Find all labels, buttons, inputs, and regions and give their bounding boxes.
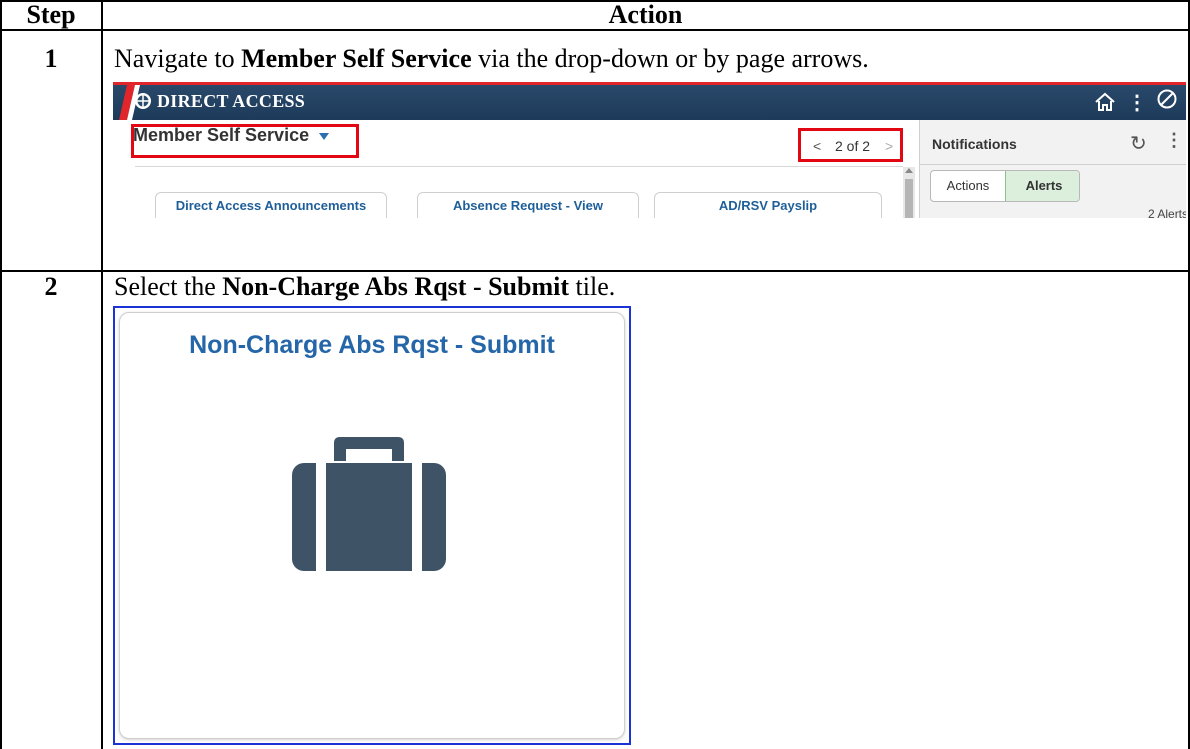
homepage-body: Member Self Service < 2 of 2 > Direct Ac…	[113, 120, 1186, 218]
kebab-menu-icon[interactable]: ⋮	[1127, 90, 1147, 115]
scroll-up-icon[interactable]	[905, 168, 913, 173]
direct-access-screenshot: DIRECT ACCESS ⋮ Member Self Service < 2 …	[113, 82, 1186, 218]
table-column-divider	[101, 0, 103, 749]
caret-down-icon[interactable]	[319, 133, 329, 140]
coast-guard-logo-icon	[119, 85, 151, 120]
home-icon[interactable]	[1093, 90, 1117, 114]
no-entry-icon[interactable]	[1155, 87, 1179, 111]
header-divider	[135, 166, 903, 167]
header-action: Action	[608, 0, 683, 29]
scrollbar[interactable]	[903, 167, 915, 218]
refresh-icon[interactable]: ↻	[1130, 131, 1147, 156]
tile-direct-access-announcements[interactable]: Direct Access Announcements	[155, 192, 387, 218]
tile-non-charge-abs-rqst-submit[interactable]: Non-Charge Abs Rqst - Submit	[119, 312, 625, 739]
step-instruction: Select the Non-Charge Abs Rqst - Submit …	[114, 272, 616, 301]
pager-highlight: < 2 of 2 >	[798, 128, 903, 162]
step-number: 1	[44, 44, 58, 73]
pager-label: 2 of 2	[835, 138, 871, 154]
tab-alerts[interactable]: Alerts	[1005, 171, 1079, 201]
table-border-left	[0, 0, 2, 749]
header-step: Step	[26, 0, 76, 29]
step-number: 2	[44, 272, 58, 301]
tile-absence-request-view[interactable]: Absence Request - View	[417, 192, 639, 218]
alerts-count: 2 Alerts	[1148, 207, 1186, 218]
tile-title: Non-Charge Abs Rqst - Submit	[189, 331, 555, 359]
tile-screenshot: Non-Charge Abs Rqst - Submit	[113, 306, 631, 745]
banner-accent-stripe	[113, 82, 1186, 85]
kebab-menu-icon[interactable]: ⋮	[1165, 130, 1183, 151]
chevron-left-icon[interactable]: <	[813, 138, 821, 154]
tab-actions[interactable]: Actions	[931, 171, 1005, 201]
notifications-divider	[920, 164, 1186, 165]
notifications-panel: Notifications ↻ ⋮ Actions Alerts 2 Alert…	[919, 120, 1186, 218]
step-instruction: Navigate to Member Self Service via the …	[114, 44, 869, 73]
briefcase-icon	[292, 437, 446, 571]
homepage-main-pane: Member Self Service < 2 of 2 > Direct Ac…	[113, 120, 918, 218]
scroll-thumb[interactable]	[905, 179, 913, 218]
app-title: DIRECT ACCESS	[157, 91, 306, 111]
homepage-selector[interactable]: Member Self Service	[133, 125, 309, 146]
tile-ad-rsv-payslip[interactable]: AD/RSV Payslip	[654, 192, 882, 218]
chevron-right-icon[interactable]: >	[885, 138, 893, 154]
notifications-title: Notifications	[932, 136, 1017, 152]
notifications-segmented-control: Actions Alerts	[930, 170, 1080, 202]
